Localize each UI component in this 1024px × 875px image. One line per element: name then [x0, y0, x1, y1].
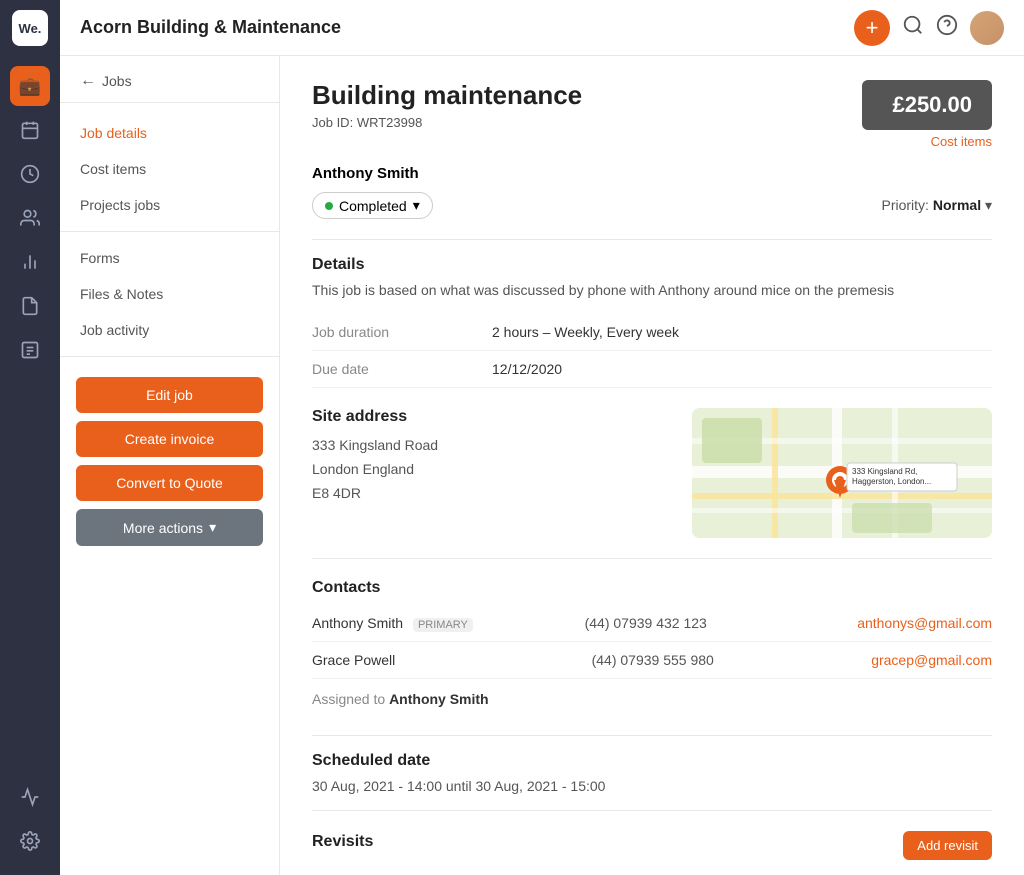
primary-badge: PRIMARY	[413, 618, 473, 632]
details-description: This job is based on what was discussed …	[312, 282, 992, 298]
app-logo: We.	[12, 10, 48, 46]
due-date-value: 12/12/2020	[492, 351, 992, 388]
contact-email-2[interactable]: gracep@gmail.com	[871, 652, 992, 668]
cost-items-link[interactable]: Cost items	[931, 134, 992, 149]
status-dot	[325, 202, 333, 210]
contact-email-1[interactable]: anthonys@gmail.com	[857, 615, 992, 631]
contact-phone-1: (44) 07939 432 123	[585, 615, 858, 631]
sidebar-item-reports[interactable]	[10, 242, 50, 282]
edit-job-button[interactable]: Edit job	[76, 377, 263, 413]
contact-row: Anthony Smith PRIMARY (44) 07939 432 123…	[312, 605, 992, 642]
site-section: Site address 333 Kingsland Road London E…	[312, 408, 992, 538]
contact-phone-2: (44) 07939 555 980	[592, 652, 872, 668]
sidebar-item-invoices[interactable]	[10, 286, 50, 326]
main-content: Building maintenance Job ID: WRT23998 £2…	[280, 56, 1024, 875]
convert-to-quote-button[interactable]: Convert to Quote	[76, 465, 263, 501]
contact-name-2: Grace Powell	[312, 652, 592, 668]
status-label: Completed	[339, 198, 407, 214]
scheduled-date: 30 Aug, 2021 - 14:00 until 30 Aug, 2021 …	[312, 778, 992, 794]
nav-item-projects-jobs[interactable]: Projects jobs	[60, 187, 279, 223]
help-icon[interactable]	[936, 14, 958, 42]
svg-text:333 Kingsland Rd,: 333 Kingsland Rd,	[852, 467, 917, 476]
site-address-title: Site address	[312, 408, 668, 426]
sidebar-item-time[interactable]	[10, 154, 50, 194]
site-map: 333 Kingsland Rd, Haggerston, London...	[692, 408, 992, 538]
create-invoice-button[interactable]: Create invoice	[76, 421, 263, 457]
nav-item-forms[interactable]: Forms	[60, 240, 279, 276]
priority-chevron-icon: ▾	[985, 197, 992, 213]
sidebar-item-contacts[interactable]	[10, 198, 50, 238]
status-row: Completed ▾ Priority: Normal ▾	[312, 192, 992, 219]
revisits-section: Revisits Add revisit DATE DURATION ASSIG…	[312, 831, 992, 875]
more-actions-button[interactable]: More actions ▾	[76, 509, 263, 546]
cost-amount: £250.00	[882, 92, 972, 118]
assigned-row: Assigned to Anthony Smith	[312, 679, 992, 719]
sidebar-item-settings[interactable]	[10, 821, 50, 861]
nav-item-files-notes[interactable]: Files & Notes	[60, 276, 279, 312]
nav-item-job-details[interactable]: Job details	[60, 115, 279, 151]
details-section-title: Details	[312, 256, 992, 274]
sidebar-item-jobs[interactable]: 💼	[10, 66, 50, 106]
assignee-name: Anthony Smith	[312, 165, 992, 182]
sidebar-item-analytics[interactable]	[10, 777, 50, 817]
add-revisit-button[interactable]: Add revisit	[903, 831, 992, 860]
search-icon[interactable]	[902, 14, 924, 42]
icon-sidebar: We. 💼	[0, 0, 60, 875]
revisits-title: Revisits	[312, 833, 373, 851]
svg-text:Haggerston, London...: Haggerston, London...	[852, 477, 931, 486]
scheduled-title: Scheduled date	[312, 752, 992, 770]
nav-item-cost-items[interactable]: Cost items	[60, 151, 279, 187]
priority-label: Priority: Normal ▾	[882, 197, 993, 214]
app-title: Acorn Building & Maintenance	[80, 17, 854, 38]
contacts-title: Contacts	[312, 579, 992, 597]
status-badge[interactable]: Completed ▾	[312, 192, 433, 219]
header-actions: +	[854, 10, 1004, 46]
add-button[interactable]: +	[854, 10, 890, 46]
job-header: Building maintenance Job ID: WRT23998 £2…	[312, 80, 992, 149]
avatar[interactable]	[970, 11, 1004, 45]
back-link[interactable]: ← Jobs	[60, 72, 279, 103]
site-address: Site address 333 Kingsland Road London E…	[312, 408, 668, 538]
job-duration-value: 2 hours – Weekly, Every week	[492, 314, 992, 351]
address-line2: London England	[312, 458, 668, 482]
left-nav: ← Jobs Job details Cost items Projects j…	[60, 56, 280, 875]
job-title: Building maintenance	[312, 80, 582, 111]
contact-row-2: Grace Powell (44) 07939 555 980 gracep@g…	[312, 642, 992, 679]
address-line3: E8 4DR	[312, 482, 668, 506]
job-id: Job ID: WRT23998	[312, 115, 582, 130]
contacts-section: Contacts Anthony Smith PRIMARY (44) 0793…	[312, 579, 992, 679]
sidebar-item-quotes[interactable]	[10, 330, 50, 370]
top-header: Acorn Building & Maintenance +	[60, 0, 1024, 56]
contact-name-1: Anthony Smith PRIMARY	[312, 615, 585, 631]
assigned-value: Anthony Smith	[389, 691, 489, 707]
job-duration-label: Job duration	[312, 314, 492, 351]
due-date-label: Due date	[312, 351, 492, 388]
cost-box: £250.00	[862, 80, 992, 130]
nav-item-job-activity[interactable]: Job activity	[60, 312, 279, 348]
revisits-header: Revisits Add revisit	[312, 831, 992, 860]
address-line1: 333 Kingsland Road	[312, 434, 668, 458]
chevron-down-icon: ▾	[209, 519, 216, 536]
sidebar-item-calendar[interactable]	[10, 110, 50, 150]
back-arrow-icon: ←	[80, 72, 96, 90]
status-chevron-icon: ▾	[413, 197, 420, 214]
back-link-label: Jobs	[102, 73, 132, 89]
info-grid: Job duration 2 hours – Weekly, Every wee…	[312, 314, 992, 388]
scheduled-section: Scheduled date 30 Aug, 2021 - 14:00 unti…	[312, 752, 992, 794]
